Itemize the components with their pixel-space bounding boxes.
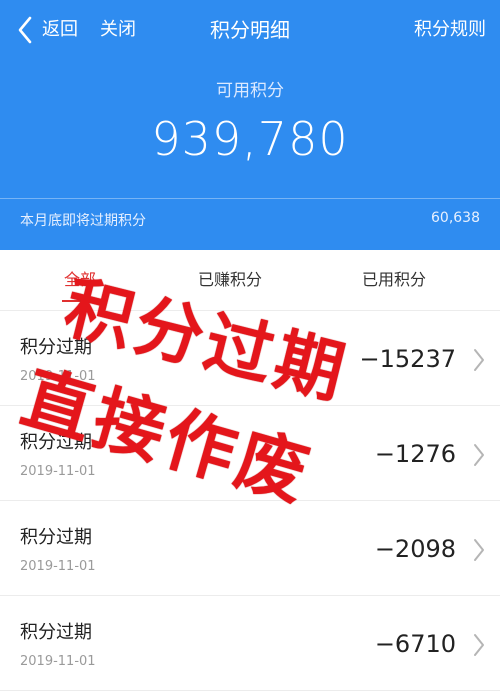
tab-used[interactable]: 已用积分 (362, 266, 426, 290)
back-button[interactable]: 返回 (14, 14, 78, 46)
records-list: 积分过期 2019-11-01 −15237 积分过期 2019-11-01 −… (0, 311, 500, 691)
record-date: 2019-11-01 (20, 559, 96, 574)
record-row[interactable]: 积分过期 2019-11-01 −1276 (0, 406, 500, 501)
record-date: 2019-11-01 (20, 369, 96, 384)
chevron-left-icon (18, 16, 32, 44)
filter-tabs: 全部 已赚积分 已用积分 (0, 250, 500, 311)
nav-bar: 返回 关闭 积分明细 积分规则 (0, 0, 500, 62)
record-title: 积分过期 (20, 432, 92, 453)
points-rules-link[interactable]: 积分规则 (414, 14, 486, 46)
record-amount: −1276 (374, 440, 456, 468)
chevron-right-icon (474, 634, 484, 656)
close-button[interactable]: 关闭 (100, 14, 136, 46)
available-points-label: 可用积分 (216, 81, 284, 101)
record-date: 2019-11-01 (20, 654, 96, 669)
tab-earned[interactable]: 已赚积分 (198, 266, 262, 290)
chevron-right-icon (474, 539, 484, 561)
chevron-right-icon (474, 444, 484, 466)
tab-all[interactable]: 全部 (64, 266, 96, 290)
chevron-right-icon (474, 349, 484, 371)
record-amount: −15237 (359, 345, 456, 373)
expiring-points-label: 本月底即将过期积分 (20, 213, 146, 229)
active-tab-indicator (62, 300, 102, 302)
record-date: 2019-11-01 (20, 464, 96, 479)
available-points-value: 939,780 (151, 112, 349, 166)
points-detail-page: 返回 关闭 积分明细 积分规则 可用积分 939,780 本月底即将过期积分 6… (0, 0, 500, 694)
record-row[interactable]: 积分过期 2019-11-01 −2098 (0, 501, 500, 596)
record-amount: −2098 (374, 535, 456, 563)
points-header: 返回 关闭 积分明细 积分规则 可用积分 939,780 本月底即将过期积分 6… (0, 0, 500, 250)
back-label: 返回 (42, 19, 78, 40)
record-row[interactable]: 积分过期 2019-11-01 −6710 (0, 596, 500, 691)
record-row[interactable]: 积分过期 2019-11-01 −15237 (0, 311, 500, 406)
record-title: 积分过期 (20, 527, 92, 548)
record-title: 积分过期 (20, 622, 92, 643)
header-divider (0, 198, 500, 199)
record-amount: −6710 (374, 630, 456, 658)
page-title: 积分明细 (210, 18, 290, 42)
expiring-points-value: 60,638 (431, 210, 480, 226)
record-title: 积分过期 (20, 337, 92, 358)
